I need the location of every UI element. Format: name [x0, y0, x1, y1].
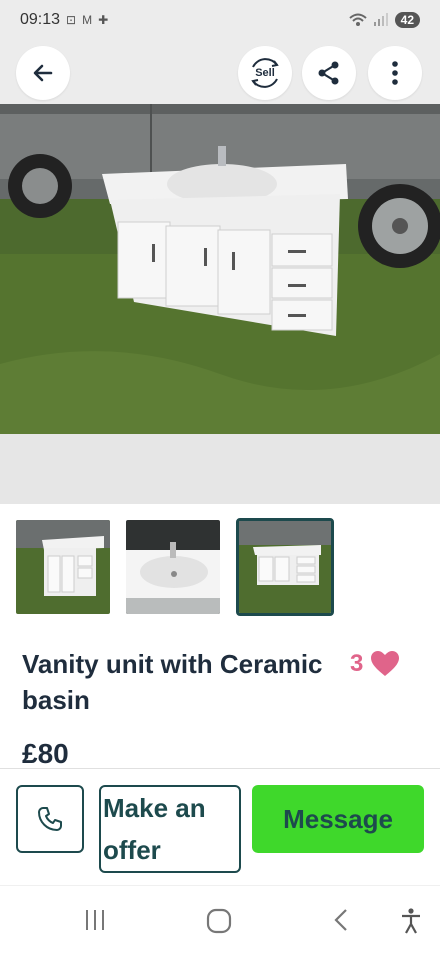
back-nav-icon[interactable]: [332, 908, 350, 932]
status-bar: 09:13 ⊡ M ✚ 42: [0, 0, 440, 40]
photo-thumbnails: [16, 518, 334, 616]
app-icon: ✚: [98, 13, 109, 27]
thumbnail-2[interactable]: [126, 520, 220, 614]
message-button[interactable]: Message: [252, 785, 424, 853]
divider: [0, 768, 440, 769]
battery-badge: 42: [394, 12, 420, 28]
heart-icon[interactable]: [371, 651, 400, 677]
more-vertical-icon: [392, 61, 398, 85]
sell-button[interactable]: Sell: [238, 46, 292, 100]
share-button[interactable]: [302, 46, 356, 100]
thumbnail-1[interactable]: [16, 520, 110, 614]
main-photo-image: [0, 104, 440, 434]
top-action-bar: Sell: [0, 40, 440, 104]
listing-price: £80: [22, 738, 69, 769]
home-icon[interactable]: [206, 908, 232, 934]
wifi-icon: [348, 13, 367, 26]
arrow-left-icon: [33, 64, 53, 82]
make-offer-button[interactable]: Make an offer: [99, 785, 241, 873]
gmail-icon: M: [82, 13, 93, 27]
sell-label: Sell: [255, 67, 275, 79]
likes[interactable]: 3: [350, 650, 400, 678]
system-nav-bar: [0, 885, 440, 955]
photo-padding: [0, 434, 440, 504]
more-options-button[interactable]: [368, 46, 422, 100]
phone-icon: [38, 807, 62, 831]
status-left: 09:13 ⊡ M ✚: [20, 11, 108, 29]
call-button[interactable]: [16, 785, 84, 853]
recent-apps-icon[interactable]: [84, 908, 106, 932]
signal-icon: [373, 13, 388, 26]
main-photo[interactable]: [0, 104, 440, 434]
share-icon: [318, 61, 339, 85]
back-button[interactable]: [16, 46, 70, 100]
gallery-icon: ⊡: [66, 13, 77, 27]
like-count: 3: [350, 650, 364, 677]
thumbnail-3[interactable]: [236, 518, 334, 616]
status-time: 09:13: [20, 11, 61, 28]
status-right: 42: [348, 12, 420, 28]
accessibility-icon[interactable]: [400, 908, 422, 934]
listing-title: Vanity unit with Ceramic basin: [22, 649, 323, 715]
